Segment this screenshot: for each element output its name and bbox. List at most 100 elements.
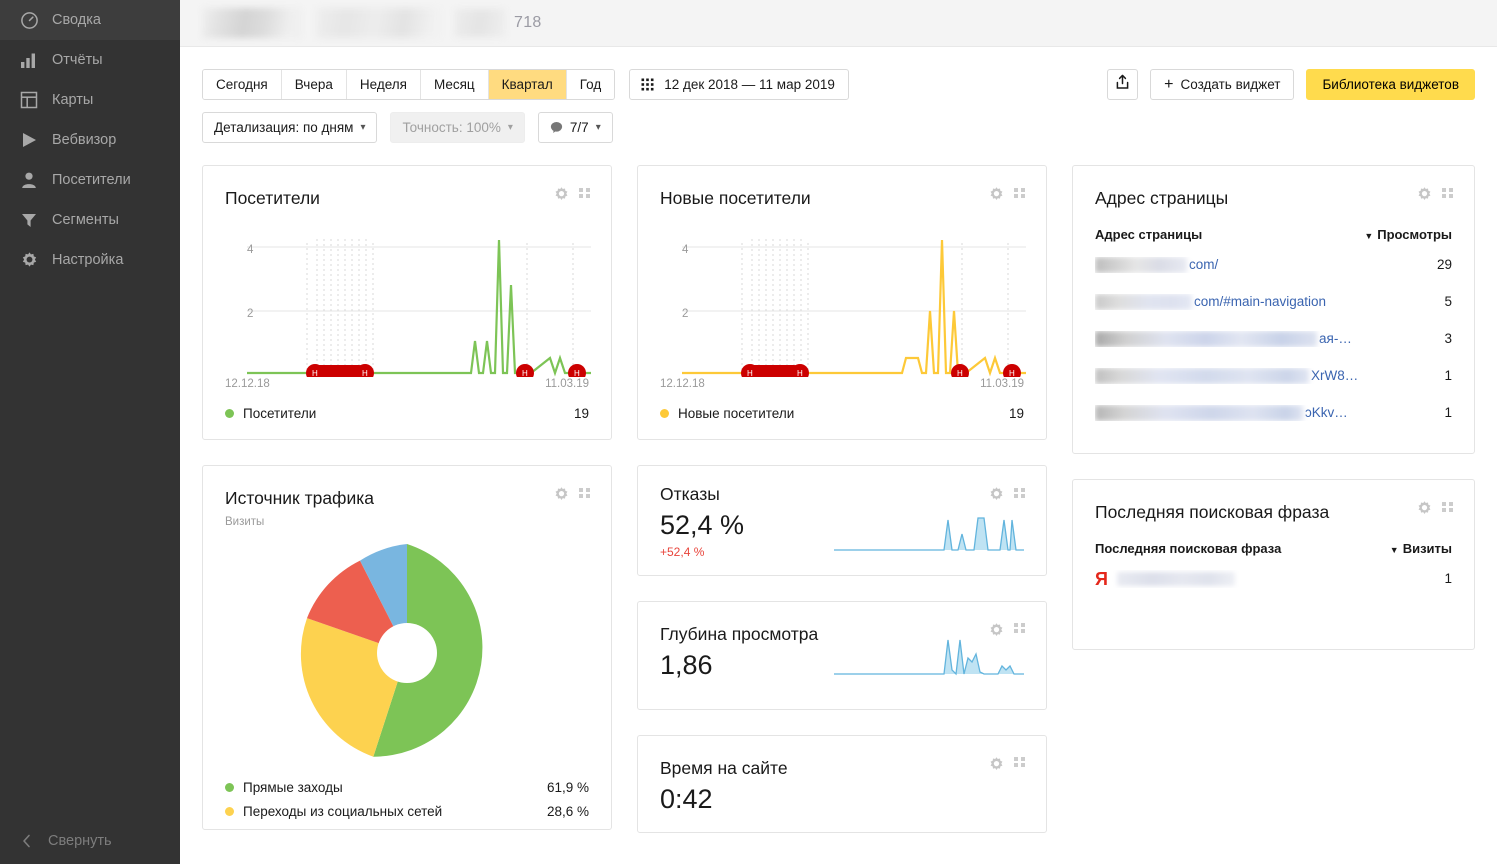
page-url-cell: ɔKkv… <box>1095 404 1432 421</box>
sidebar-item-label: Карты <box>52 92 94 108</box>
column-header-dimension: Последняя поисковая фраза <box>1095 541 1282 556</box>
widget-library-button[interactable]: Библиотека виджетов <box>1306 69 1475 100</box>
event-markers: Н Н Н Н <box>306 364 586 382</box>
sidebar-item-reports[interactable]: Отчёты <box>0 40 180 80</box>
widget-library-label: Библиотека виджетов <box>1322 77 1459 92</box>
widget-tools <box>553 486 591 503</box>
page-views-value: 1 <box>1444 405 1452 420</box>
yandex-logo-icon: Я <box>1095 569 1108 588</box>
gear-icon[interactable] <box>1416 186 1433 203</box>
metric-value: 0:42 <box>660 783 713 814</box>
sidebar-item-visitors[interactable]: Посетители <box>0 160 180 200</box>
table-row[interactable]: com/ 29 <box>1095 246 1452 283</box>
column-header-metric[interactable]: ▼ Визиты <box>1390 541 1452 556</box>
sidebar-item-summary[interactable]: Сводка <box>0 0 180 40</box>
date-range-picker[interactable]: 12 дек 2018 — 11 мар 2019 <box>629 69 849 100</box>
legend-color-dot <box>225 783 234 792</box>
redacted-url <box>1095 367 1309 384</box>
sidebar-item-webvisor[interactable]: Вебвизор <box>0 120 180 160</box>
column-header-metric[interactable]: ▼ Просмотры <box>1364 227 1452 242</box>
legend-item: Прямые заходы 61,9 % <box>225 780 589 795</box>
legend-item: Новые посетители 19 <box>660 406 1024 421</box>
sidebar-item-segments[interactable]: Сегменты <box>0 200 180 240</box>
widget-traffic-source: Источник трафика Визиты Прямые заходы 61… <box>202 465 612 830</box>
legend-label: Прямые заходы <box>243 780 343 795</box>
column-header-dimension: Адрес страницы <box>1095 227 1203 242</box>
new-visitors-line-chart: 4 2 Н Н Н Н 12.12.18 11.03.19 <box>660 225 1026 390</box>
widget-title: Посетители <box>225 188 320 208</box>
widget-header: Посетители <box>225 188 589 209</box>
widget-title: Время на сайте <box>660 757 788 778</box>
export-button[interactable] <box>1107 69 1139 100</box>
toolbar-row-filters: Детализация: по дням ▾ Точность: 100% ▾ … <box>202 112 1475 143</box>
legend-value: 28,6 % <box>546 804 589 819</box>
gear-icon[interactable] <box>988 486 1005 503</box>
page-views-value: 29 <box>1436 257 1452 272</box>
table-row[interactable]: XrW8… 1 <box>1095 357 1452 394</box>
gear-icon[interactable] <box>988 622 1005 639</box>
period-quarter[interactable]: Квартал <box>488 70 567 99</box>
table-row[interactable]: ая-… 3 <box>1095 320 1452 357</box>
create-widget-button[interactable]: + Создать виджет <box>1150 69 1295 100</box>
gear-icon[interactable] <box>988 756 1005 773</box>
drag-handle-icon[interactable] <box>1442 501 1454 516</box>
redacted-url <box>1095 404 1303 421</box>
gear-icon[interactable] <box>553 186 570 203</box>
counter-number: 718 <box>514 14 542 31</box>
legend-label: Посетители <box>243 406 317 421</box>
chevron-down-icon: ▾ <box>360 121 366 133</box>
table-row[interactable]: com/#main-navigation 5 <box>1095 283 1452 320</box>
drag-handle-icon[interactable] <box>1014 757 1026 771</box>
svg-text:Н: Н <box>957 369 963 377</box>
widget-subtitle: Визиты <box>225 516 265 528</box>
visits-value: 1 <box>1444 571 1452 586</box>
sidebar-item-settings[interactable]: Настройка <box>0 240 180 280</box>
sidebar-item-label: Настройка <box>52 252 124 268</box>
sidebar-item-maps[interactable]: Карты <box>0 80 180 120</box>
detail-level-label: Детализация: по дням <box>214 120 354 135</box>
widget-header: Новые посетители <box>660 188 1024 209</box>
widget-tools <box>988 486 1026 503</box>
gear-icon[interactable] <box>988 186 1005 203</box>
widget-new-visitors: Новые посетители 4 2 Н Н Н Н 12.12.18 11… <box>637 165 1047 440</box>
svg-text:Н: Н <box>747 369 753 377</box>
widget-column-middle: Новые посетители 4 2 Н Н Н Н 12.12.18 11… <box>637 165 1047 834</box>
period-selector: Сегодня Вчера Неделя Месяц Квартал Год <box>202 69 616 100</box>
drag-handle-icon[interactable] <box>1014 487 1026 502</box>
period-year[interactable]: Год <box>566 70 615 99</box>
period-yesterday[interactable]: Вчера <box>281 70 347 99</box>
drag-handle-icon[interactable] <box>1014 623 1026 637</box>
gear-icon[interactable] <box>1416 500 1433 517</box>
page-views-value: 5 <box>1444 294 1452 309</box>
accuracy-dropdown[interactable]: Точность: 100% ▾ <box>390 112 525 143</box>
detail-level-dropdown[interactable]: Детализация: по дням ▾ <box>202 112 378 143</box>
table-row[interactable]: Я 1 <box>1095 560 1452 597</box>
period-today[interactable]: Сегодня <box>203 70 282 99</box>
gear-icon <box>18 249 40 271</box>
page-url-cell: ая-… <box>1095 330 1432 347</box>
redacted-url <box>1095 256 1187 273</box>
widget-tools <box>553 186 591 203</box>
page-url-tail: com/#main-navigation <box>1194 294 1327 309</box>
sidebar-item-label: Сегменты <box>52 212 119 228</box>
widget-bounce-rate: Отказы 52,4 % +52,4 % <box>637 465 1047 576</box>
drag-handle-icon[interactable] <box>579 487 591 502</box>
sidebar-collapse-label: Свернуть <box>48 833 112 849</box>
gear-icon[interactable] <box>553 486 570 503</box>
widget-header: Адрес страницы <box>1095 188 1452 209</box>
legend-item: Посетители 19 <box>225 406 589 421</box>
table-header: Адрес страницы ▼ Просмотры <box>1095 227 1452 246</box>
period-week[interactable]: Неделя <box>346 70 421 99</box>
page-address-table: Адрес страницы ▼ Просмотры com/ 29 com/#… <box>1095 227 1452 431</box>
widget-header: Источник трафика Визиты <box>225 488 589 528</box>
drag-handle-icon[interactable] <box>1442 187 1454 202</box>
drag-handle-icon[interactable] <box>1014 187 1026 202</box>
page-views-value: 1 <box>1444 368 1452 383</box>
chart-x-start: 12.12.18 <box>660 378 705 390</box>
redacted-counter-name <box>202 8 302 38</box>
drag-handle-icon[interactable] <box>579 187 591 202</box>
goals-dropdown[interactable]: 7/7 ▾ <box>537 112 613 143</box>
sidebar-collapse-button[interactable]: Свернуть <box>0 822 180 860</box>
period-month[interactable]: Месяц <box>420 70 489 99</box>
table-row[interactable]: ɔKkv… 1 <box>1095 394 1452 431</box>
